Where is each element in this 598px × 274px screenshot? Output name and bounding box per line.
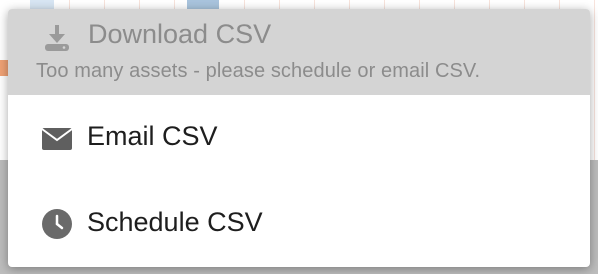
download-csv-item: Download CSV Too many assets - please sc…	[8, 9, 590, 95]
download-csv-hint: Too many assets - please schedule or ema…	[36, 60, 481, 82]
download-csv-label: Download CSV	[88, 19, 272, 49]
email-csv-item[interactable]: Email CSV	[8, 95, 590, 181]
clock-icon	[41, 208, 73, 240]
export-dropdown-menu: Download CSV Too many assets - please sc…	[8, 9, 590, 267]
download-icon	[42, 23, 72, 53]
schedule-csv-label: Schedule CSV	[87, 207, 263, 237]
email-csv-label: Email CSV	[87, 121, 218, 151]
schedule-csv-item[interactable]: Schedule CSV	[8, 181, 590, 267]
envelope-icon	[41, 123, 73, 155]
